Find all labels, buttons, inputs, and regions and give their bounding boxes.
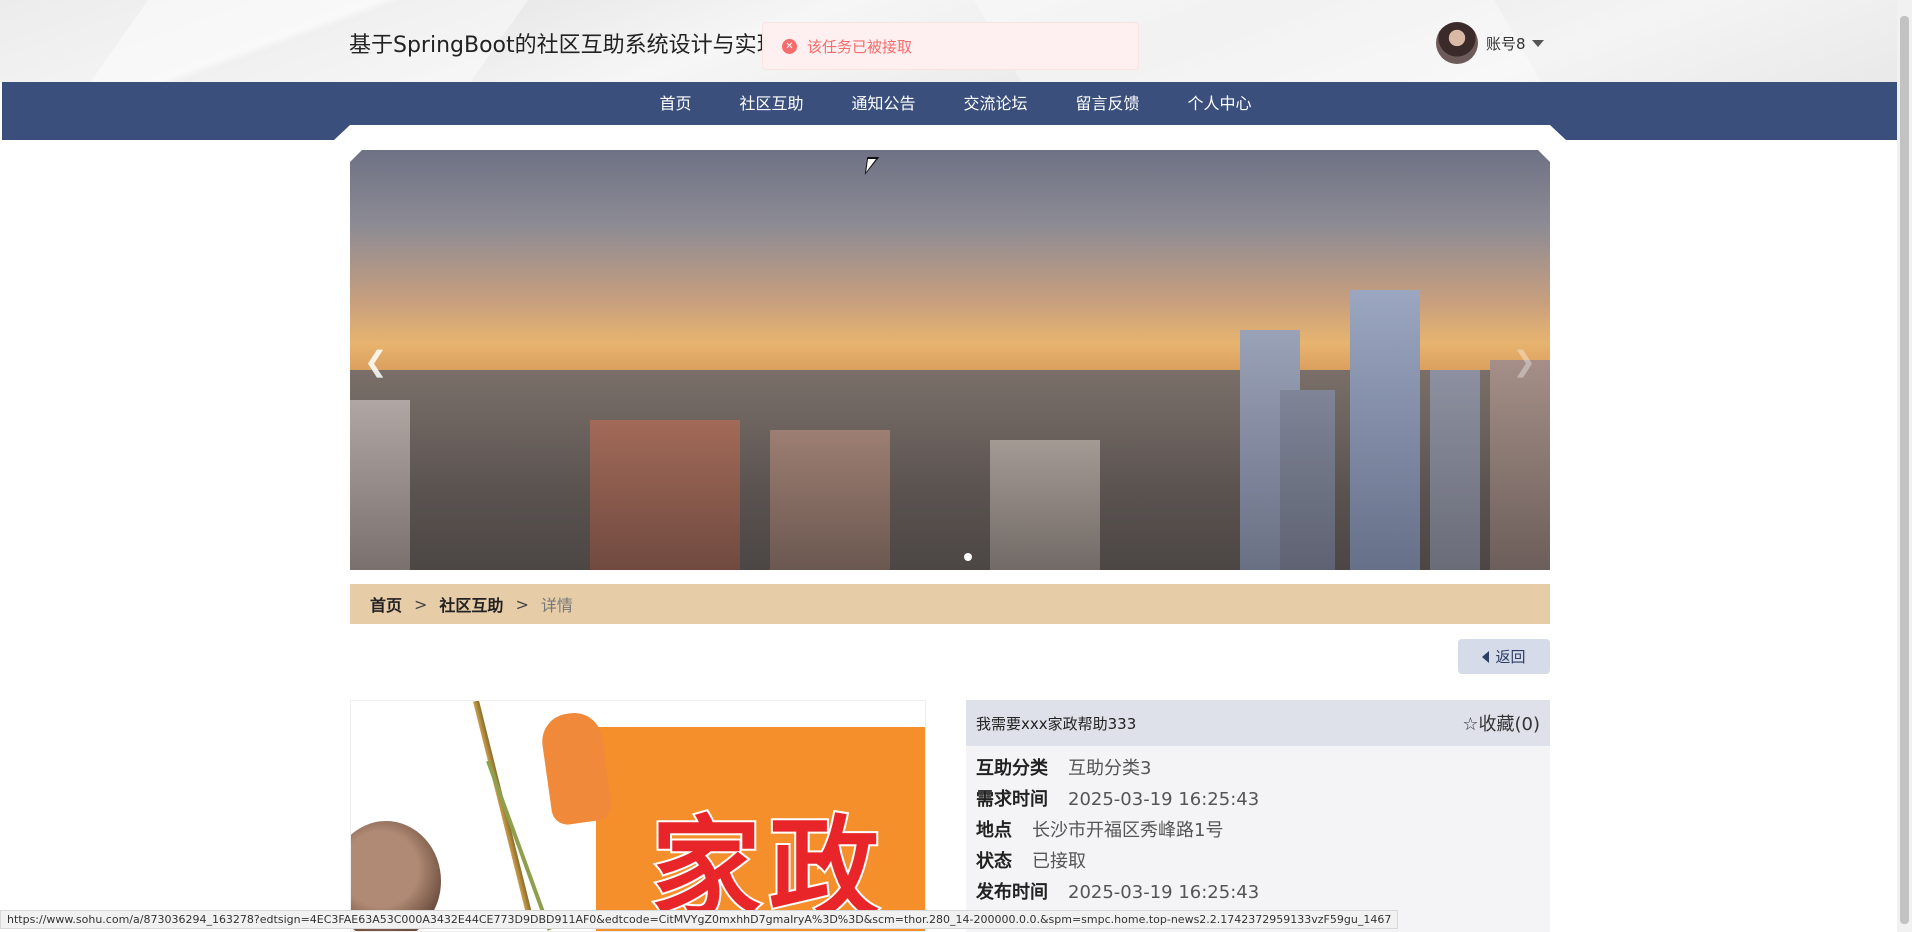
detail-label: 状态 bbox=[976, 851, 1012, 872]
detail-value: 2025-03-19 16:25:43 bbox=[1068, 789, 1260, 810]
breadcrumb: 首页 > 社区互助 > 详情 bbox=[350, 584, 1550, 624]
toast-message: 该任务已被接取 bbox=[807, 37, 913, 56]
main-nav: 首页 社区互助 通知公告 交流论坛 留言反馈 个人中心 bbox=[0, 82, 1897, 126]
nav-item-community-help[interactable]: 社区互助 bbox=[715, 82, 827, 126]
detail-row-need-time: 需求时间 2025-03-19 16:25:43 bbox=[966, 785, 1550, 816]
nav-item-feedback[interactable]: 留言反馈 bbox=[1052, 82, 1164, 126]
detail-label: 互助分类 bbox=[976, 758, 1048, 779]
task-image: 家政 bbox=[350, 700, 926, 932]
banner-building bbox=[1350, 290, 1420, 570]
nav-item-home[interactable]: 首页 bbox=[635, 82, 715, 126]
detail-header: 我需要xxx家政帮助333 ☆收藏(0) bbox=[966, 700, 1550, 746]
chevron-left-icon[interactable]: ❮ bbox=[364, 345, 387, 378]
task-title: 我需要xxx家政帮助333 bbox=[976, 714, 1137, 733]
detail-value: 互助分类3 bbox=[1068, 758, 1152, 779]
banner-building bbox=[990, 440, 1100, 570]
detail-row-category: 互助分类 互助分类3 bbox=[966, 754, 1550, 785]
detail-row-status: 状态 已接取 bbox=[966, 847, 1550, 878]
nav-item-forum[interactable]: 交流论坛 bbox=[940, 82, 1052, 126]
detail-row-publish-time: 发布时间 2025-03-19 16:25:43 bbox=[966, 878, 1550, 909]
detail-label: 地点 bbox=[976, 820, 1012, 841]
detail-rows: 互助分类 互助分类3 需求时间 2025-03-19 16:25:43 地点 长… bbox=[966, 746, 1550, 909]
task-detail-panel: 我需要xxx家政帮助333 ☆收藏(0) 互助分类 互助分类3 需求时间 202… bbox=[966, 700, 1550, 932]
detail-value: 长沙市开福区秀峰路1号 bbox=[1032, 820, 1224, 841]
detail-label: 发布时间 bbox=[976, 882, 1048, 903]
back-button-label: 返回 bbox=[1495, 648, 1526, 666]
back-button[interactable]: 返回 bbox=[1458, 639, 1550, 674]
link-status-bar: https://www.sohu.com/a/873036294_163278?… bbox=[0, 910, 1399, 929]
breadcrumb-separator: > bbox=[414, 594, 428, 614]
avatar[interactable] bbox=[1436, 22, 1478, 64]
favorite-button[interactable]: ☆收藏(0) bbox=[1462, 710, 1540, 736]
banner-building bbox=[1490, 360, 1550, 570]
scrollbar-thumb[interactable] bbox=[1900, 16, 1909, 924]
user-name[interactable]: 账号8 bbox=[1486, 33, 1526, 54]
mouse-cursor-icon bbox=[864, 157, 880, 175]
user-menu[interactable]: 账号8 bbox=[1436, 22, 1544, 64]
banner-building bbox=[770, 430, 890, 570]
chevron-right-icon[interactable]: ❯ bbox=[1513, 345, 1536, 378]
breadcrumb-section[interactable]: 社区互助 bbox=[439, 592, 503, 616]
detail-label: 需求时间 bbox=[976, 789, 1048, 810]
detail-value: 2025-03-19 16:25:43 bbox=[1068, 882, 1260, 903]
banner-building bbox=[1430, 370, 1480, 570]
breadcrumb-home[interactable]: 首页 bbox=[370, 592, 402, 616]
breadcrumb-current: 详情 bbox=[540, 596, 573, 615]
carousel-indicator-dot[interactable] bbox=[964, 553, 972, 561]
image-broom-handle bbox=[486, 760, 552, 931]
error-circle-icon: ✕ bbox=[782, 38, 797, 54]
site-title: 基于SpringBoot的社区互助系统设计与实现 bbox=[349, 33, 779, 58]
banner-carousel[interactable]: ❮ ❯ bbox=[350, 150, 1550, 570]
nav-item-profile[interactable]: 个人中心 bbox=[1164, 82, 1276, 126]
banner-building bbox=[590, 420, 740, 570]
caret-down-icon[interactable] bbox=[1531, 39, 1544, 47]
detail-value: 已接取 bbox=[1032, 851, 1086, 872]
detail-row-location: 地点 长沙市开福区秀峰路1号 bbox=[966, 816, 1550, 847]
banner-building bbox=[350, 400, 410, 570]
error-toast: ✕ 该任务已被接取 bbox=[762, 22, 1139, 70]
caret-left-icon bbox=[1482, 650, 1490, 663]
banner-building bbox=[1280, 390, 1335, 570]
nav-item-notices[interactable]: 通知公告 bbox=[827, 82, 939, 126]
breadcrumb-separator: > bbox=[515, 594, 529, 614]
